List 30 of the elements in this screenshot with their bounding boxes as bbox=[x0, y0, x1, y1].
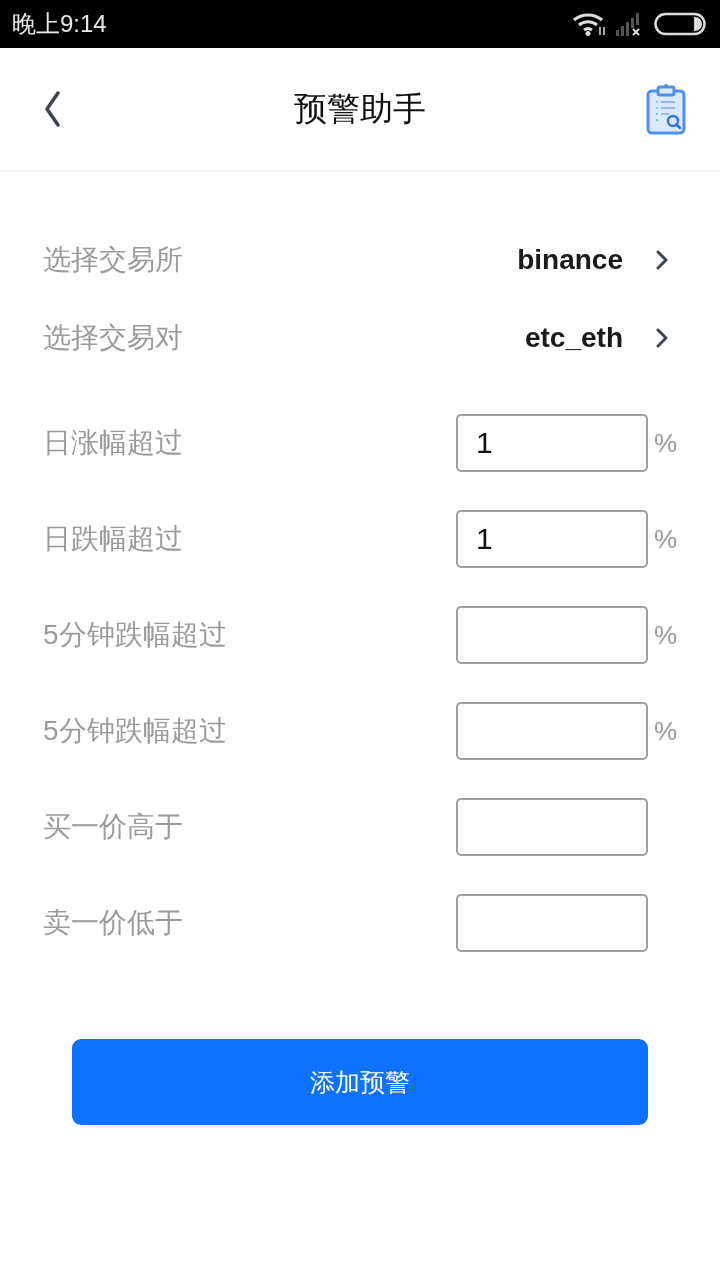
input-field[interactable] bbox=[456, 606, 648, 664]
clipboard-search-button[interactable] bbox=[646, 83, 686, 135]
add-alert-button[interactable]: 添加预警 bbox=[72, 1039, 648, 1125]
selector-row[interactable]: 选择交易所 binance bbox=[0, 221, 720, 299]
selector-label: 选择交易对 bbox=[43, 321, 183, 355]
chevron-right-icon bbox=[656, 250, 668, 270]
unit-label: % bbox=[654, 715, 678, 746]
wifi-icon bbox=[572, 12, 606, 36]
selector-value: binance bbox=[517, 244, 623, 276]
unit-label: % bbox=[654, 619, 678, 650]
input-field[interactable]: 1 bbox=[456, 510, 648, 568]
field-label: 5分钟跌幅超过 bbox=[43, 714, 227, 748]
selector-label: 选择交易所 bbox=[43, 243, 183, 277]
field-label: 买一价高于 bbox=[43, 810, 183, 844]
input-field[interactable] bbox=[456, 702, 648, 760]
unit-label: % bbox=[654, 427, 678, 458]
field-label: 日涨幅超过 bbox=[43, 426, 183, 460]
field-label: 日跌幅超过 bbox=[43, 522, 183, 556]
input-field[interactable] bbox=[456, 798, 648, 856]
unit-label: % bbox=[654, 523, 678, 554]
input-field[interactable]: 1 bbox=[456, 414, 648, 472]
battery-icon bbox=[654, 12, 706, 36]
field-label: 卖一价低于 bbox=[43, 906, 183, 940]
selector-row[interactable]: 选择交易对 etc_eth bbox=[0, 299, 720, 377]
field-label: 5分钟跌幅超过 bbox=[43, 618, 227, 652]
chevron-right-icon bbox=[656, 328, 668, 348]
input-field[interactable] bbox=[456, 894, 648, 952]
selector-value: etc_eth bbox=[524, 322, 623, 354]
page-title: 预警助手 bbox=[294, 89, 426, 127]
status-time: 晚上9:14 bbox=[12, 9, 107, 39]
